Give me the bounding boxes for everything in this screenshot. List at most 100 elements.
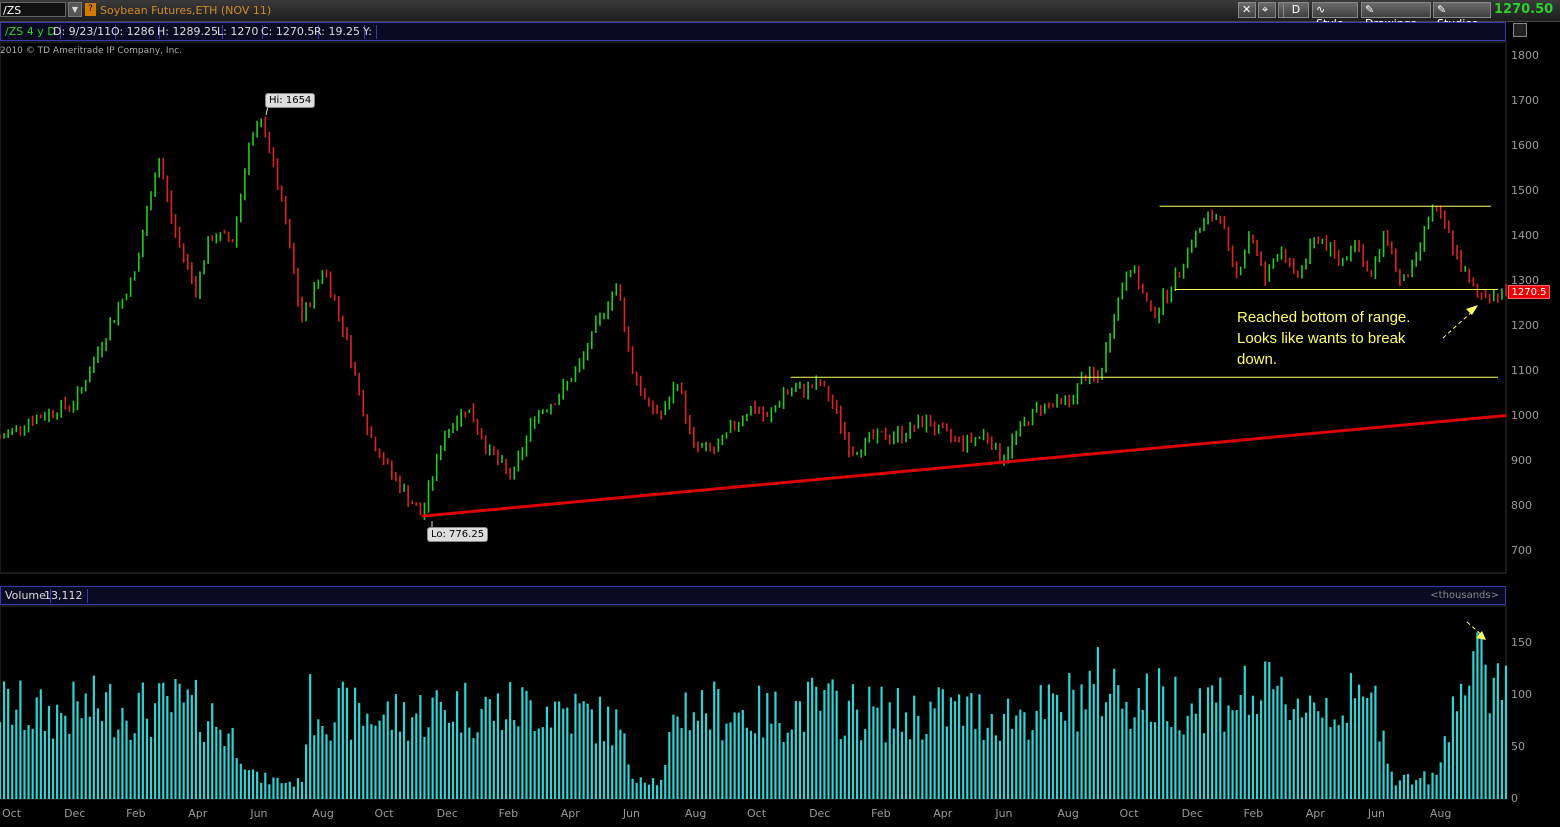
volume-bar [586,703,589,799]
volume-bar [1137,688,1140,799]
volume-bar [994,735,997,799]
volume-bar [880,686,883,799]
volume-bar [39,689,42,799]
volume-bar [1468,685,1471,799]
volume-bar [1145,673,1148,799]
volume-bar [1496,663,1499,799]
volume-bar [411,717,414,799]
annotation-text: Reached bottom of range. Looks like want… [1237,307,1410,370]
volume-bar [47,705,51,799]
time-axis-label: Aug [1057,807,1079,820]
price-axis-label: 1100 [1511,363,1539,377]
volume-bar [125,720,128,799]
volume-bar [1333,719,1336,799]
volume-bar [1272,689,1275,799]
volume-bar [284,782,287,799]
volume-bar [464,682,467,799]
volume-bar [1064,720,1067,799]
volume-axis-label: 100 [1511,687,1532,701]
volume-bar [1484,664,1487,799]
volume-bar [231,727,234,799]
volume-bar [815,686,818,799]
volume-bar [1264,661,1267,799]
volume-bar [386,701,389,799]
volume-bar [1117,685,1120,799]
volume-bar [949,697,953,799]
time-axis-label: Oct [2,807,22,820]
volume-bar [680,728,683,799]
volume-bar [141,682,144,799]
volume-bar [758,685,761,799]
volume-bar [1227,705,1230,799]
time-axis-label: Oct [1119,807,1139,820]
volume-bar [831,679,834,799]
volume-bar [643,782,646,799]
volume-bar [900,731,904,799]
volume-bar [851,684,855,799]
volume-bar [1198,688,1202,799]
volume-bar [1170,727,1173,799]
time-axis-label: Aug [312,807,334,820]
volume-bar [688,730,691,799]
volume-bar [1113,668,1116,799]
volume-bar [974,729,977,799]
volume-bar [578,703,581,799]
volume-bar [194,679,198,799]
time-axis-label: Feb [498,807,519,820]
volume-bar [353,687,357,799]
volume-bar [937,687,940,799]
volume-bar [1402,774,1406,799]
volume-bar [717,689,720,799]
volume-bar [1206,687,1210,799]
volume-bar [668,732,671,799]
volume-bar [1260,700,1263,799]
volume-bar [1419,778,1422,799]
volume-bar [1080,684,1083,799]
volume-bar [839,739,842,799]
price-axis-label: 1000 [1511,408,1539,422]
volume-bar [158,683,161,799]
volume-bar [153,703,157,799]
volume-bar [415,713,418,799]
volume-bar [1178,730,1181,799]
volume-bar [627,764,630,799]
volume-bar [88,716,91,799]
volume-bar [447,722,451,799]
volume-bar [786,732,789,799]
volume-bar [1423,771,1426,799]
volume-bar [700,690,704,799]
volume-bar [133,733,136,799]
volume-bar [423,736,426,799]
volume-bar [1276,685,1279,799]
volume-axis-label: 150 [1511,635,1532,649]
price-axis-label: 1800 [1511,48,1539,62]
volume-bar [933,708,936,799]
volume-bar [337,688,340,799]
volume-bar [362,725,365,799]
volume-bar [696,720,700,799]
volume-bar [149,737,153,799]
volume-bar [864,729,867,799]
volume-bar [921,739,924,799]
volume-bar [1476,632,1479,799]
volume-bar [1353,698,1357,799]
volume-bar [121,707,124,799]
volume-bar [835,690,838,799]
volume-bar [1006,698,1010,799]
volume-bar [1239,694,1242,799]
volume-bar [51,738,55,799]
volume-bar [1394,785,1397,799]
volume-bar [819,710,822,799]
volume-bar [72,681,75,799]
high-callout: Hi: 1654 [265,93,316,108]
volume-bar [427,727,430,799]
volume-bar [737,712,740,799]
volume-bar [317,719,320,799]
volume-bar [602,741,606,799]
volume-bar [349,739,353,799]
volume-bar [435,690,438,799]
volume-bar [1109,693,1112,799]
volume-bar [239,763,242,799]
price-chart[interactable] [0,0,1560,827]
volume-bar [60,713,63,799]
